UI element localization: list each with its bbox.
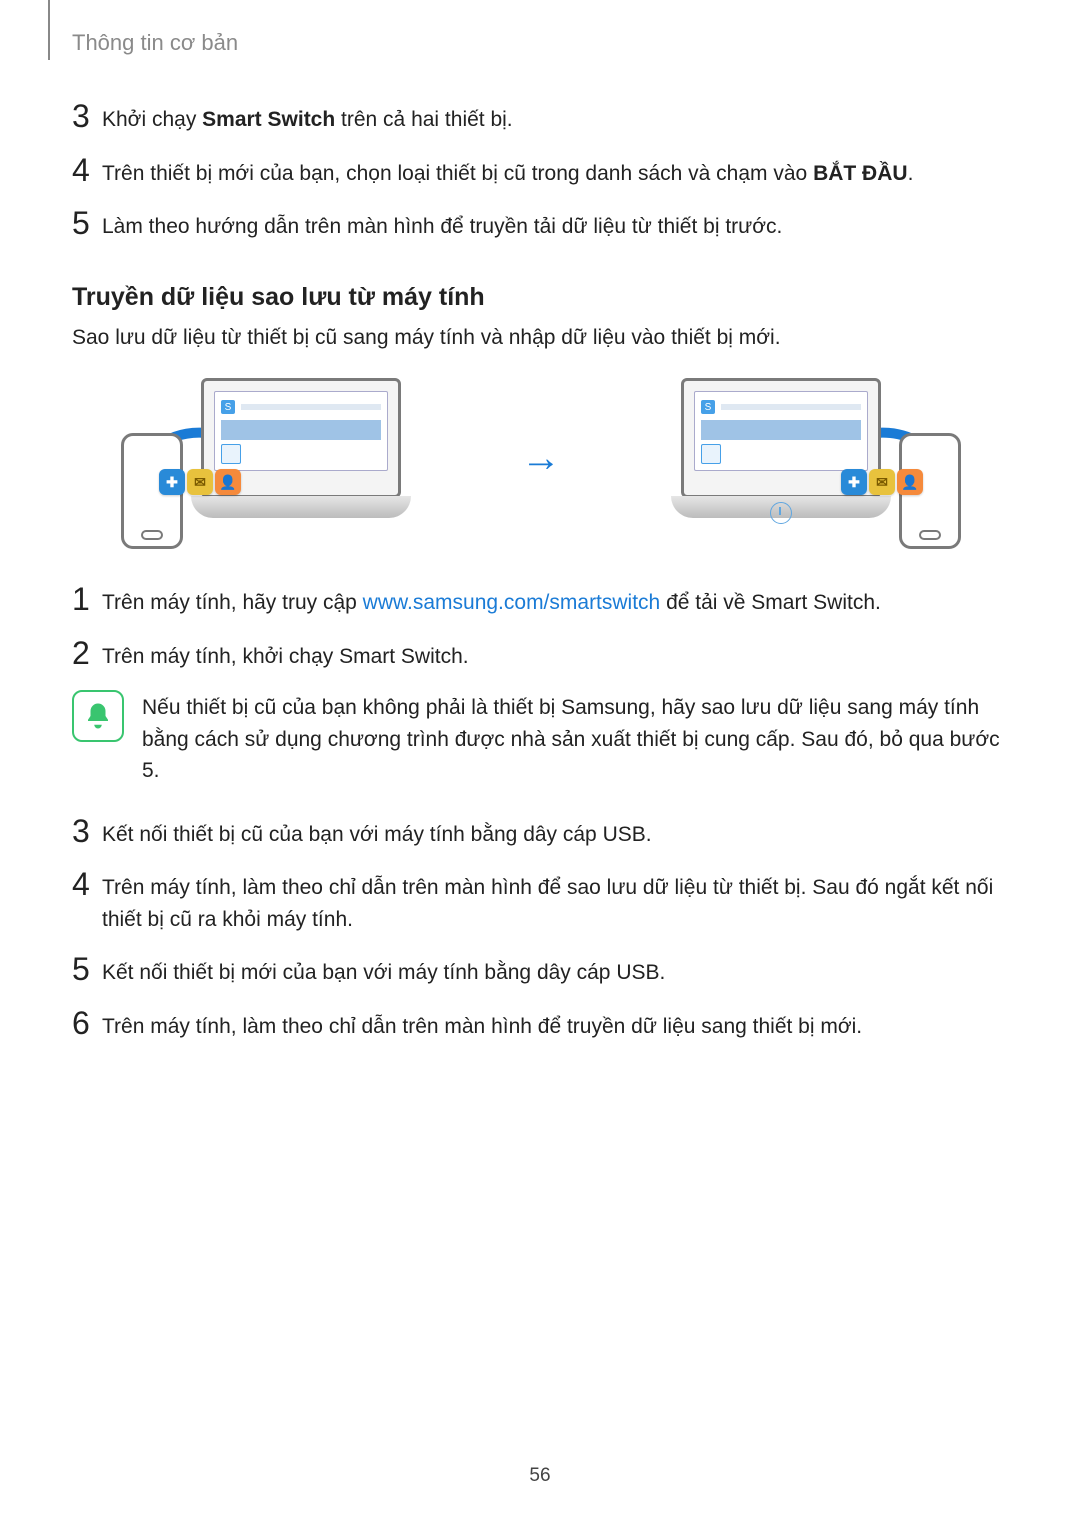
history-icon	[770, 502, 792, 524]
app-band	[701, 420, 861, 440]
puzzle-chip-icon: ✚	[159, 469, 185, 495]
person-chip-icon: 👤	[215, 469, 241, 495]
step-b2: 2 Trên máy tính, khởi chạy Smart Switch.	[72, 637, 1010, 673]
step-text: Trên máy tính, làm theo chỉ dẫn trên màn…	[102, 1007, 862, 1043]
text-suffix: trên cả hai thiết bị.	[335, 108, 512, 131]
step-b5: 5 Kết nối thiết bị mới của bạn với máy t…	[72, 953, 1010, 989]
step-number: 6	[72, 1007, 102, 1039]
app-button-icon	[221, 444, 241, 464]
text-prefix: Trên máy tính, hãy truy cập	[102, 591, 363, 614]
note-bell-icon	[72, 690, 124, 742]
step-text: Khởi chạy Smart Switch trên cả hai thiết…	[102, 100, 513, 136]
step-number: 2	[72, 637, 102, 669]
step-3: 3 Khởi chạy Smart Switch trên cả hai thi…	[72, 100, 1010, 136]
step-b6: 6 Trên máy tính, làm theo chỉ dẫn trên m…	[72, 1007, 1010, 1043]
laptop-icon: S	[671, 378, 891, 528]
text-prefix: Làm theo hướng dẫn trên màn hình để truy…	[102, 215, 782, 238]
text-prefix: Khởi chạy	[102, 108, 202, 131]
page-number: 56	[0, 1465, 1080, 1487]
text-suffix: để tải về Smart Switch.	[660, 591, 881, 614]
step-number: 5	[72, 953, 102, 985]
app-window: S	[694, 391, 868, 471]
step-b1: 1 Trên máy tính, hãy truy cập www.samsun…	[72, 583, 1010, 619]
mail-chip-icon: ✉	[187, 469, 213, 495]
step-b3: 3 Kết nối thiết bị cũ của bạn với máy tí…	[72, 815, 1010, 851]
app-window: S	[214, 391, 388, 471]
running-header: Thông tin cơ bản	[72, 30, 238, 56]
data-chips: ✚ ✉ 👤	[841, 469, 923, 495]
text-prefix: Trên thiết bị mới của bạn, chọn loại thi…	[102, 162, 813, 185]
section-title: Truyền dữ liệu sao lưu từ máy tính	[72, 283, 1010, 312]
step-5: 5 Làm theo hướng dẫn trên màn hình để tr…	[72, 207, 1010, 243]
step-number: 3	[72, 815, 102, 847]
smartswitch-link[interactable]: www.samsung.com/smartswitch	[363, 591, 661, 614]
note-text: Nếu thiết bị cũ của bạn không phải là th…	[142, 690, 1010, 787]
step-number: 4	[72, 868, 102, 900]
content: 3 Khởi chạy Smart Switch trên cả hai thi…	[50, 0, 1010, 1042]
illustration-row: S ✚ ✉ 👤 →	[72, 373, 1010, 543]
laptop-icon: S	[191, 378, 411, 528]
text-strong: Smart Switch	[202, 108, 335, 131]
illustration-left: S ✚ ✉ 👤	[121, 373, 481, 543]
app-band	[221, 420, 381, 440]
note-callout: Nếu thiết bị cũ của bạn không phải là th…	[72, 690, 1010, 787]
app-line	[241, 404, 381, 410]
step-text: Kết nối thiết bị mới của bạn với máy tín…	[102, 953, 665, 989]
laptop-base	[191, 496, 411, 518]
step-b4: 4 Trên máy tính, làm theo chỉ dẫn trên m…	[72, 868, 1010, 935]
step-text: Kết nối thiết bị cũ của bạn với máy tính…	[102, 815, 652, 851]
step-number: 3	[72, 100, 102, 132]
smartswitch-s-icon: S	[221, 400, 235, 414]
step-number: 4	[72, 154, 102, 186]
page: Thông tin cơ bản 3 Khởi chạy Smart Switc…	[0, 0, 1080, 1527]
illustration-right: S ✚ ✉ 👤	[601, 373, 961, 543]
step-number: 1	[72, 583, 102, 615]
text-strong: BẮT ĐẦU	[813, 162, 908, 185]
app-button-icon	[701, 444, 721, 464]
mail-chip-icon: ✉	[869, 469, 895, 495]
header-rule	[48, 0, 50, 60]
arrow-right-icon: →	[521, 436, 561, 481]
step-text: Làm theo hướng dẫn trên màn hình để truy…	[102, 207, 782, 243]
smartswitch-s-icon: S	[701, 400, 715, 414]
section-intro: Sao lưu dữ liệu từ thiết bị cũ sang máy …	[72, 322, 1010, 354]
data-chips: ✚ ✉ 👤	[159, 469, 241, 495]
text-suffix: .	[908, 162, 914, 185]
step-number: 5	[72, 207, 102, 239]
step-text: Trên thiết bị mới của bạn, chọn loại thi…	[102, 154, 913, 190]
puzzle-chip-icon: ✚	[841, 469, 867, 495]
step-text: Trên máy tính, làm theo chỉ dẫn trên màn…	[102, 868, 1010, 935]
person-chip-icon: 👤	[897, 469, 923, 495]
step-text: Trên máy tính, hãy truy cập www.samsung.…	[102, 583, 881, 619]
step-text: Trên máy tính, khởi chạy Smart Switch.	[102, 637, 469, 673]
step-4: 4 Trên thiết bị mới của bạn, chọn loại t…	[72, 154, 1010, 190]
app-line	[721, 404, 861, 410]
